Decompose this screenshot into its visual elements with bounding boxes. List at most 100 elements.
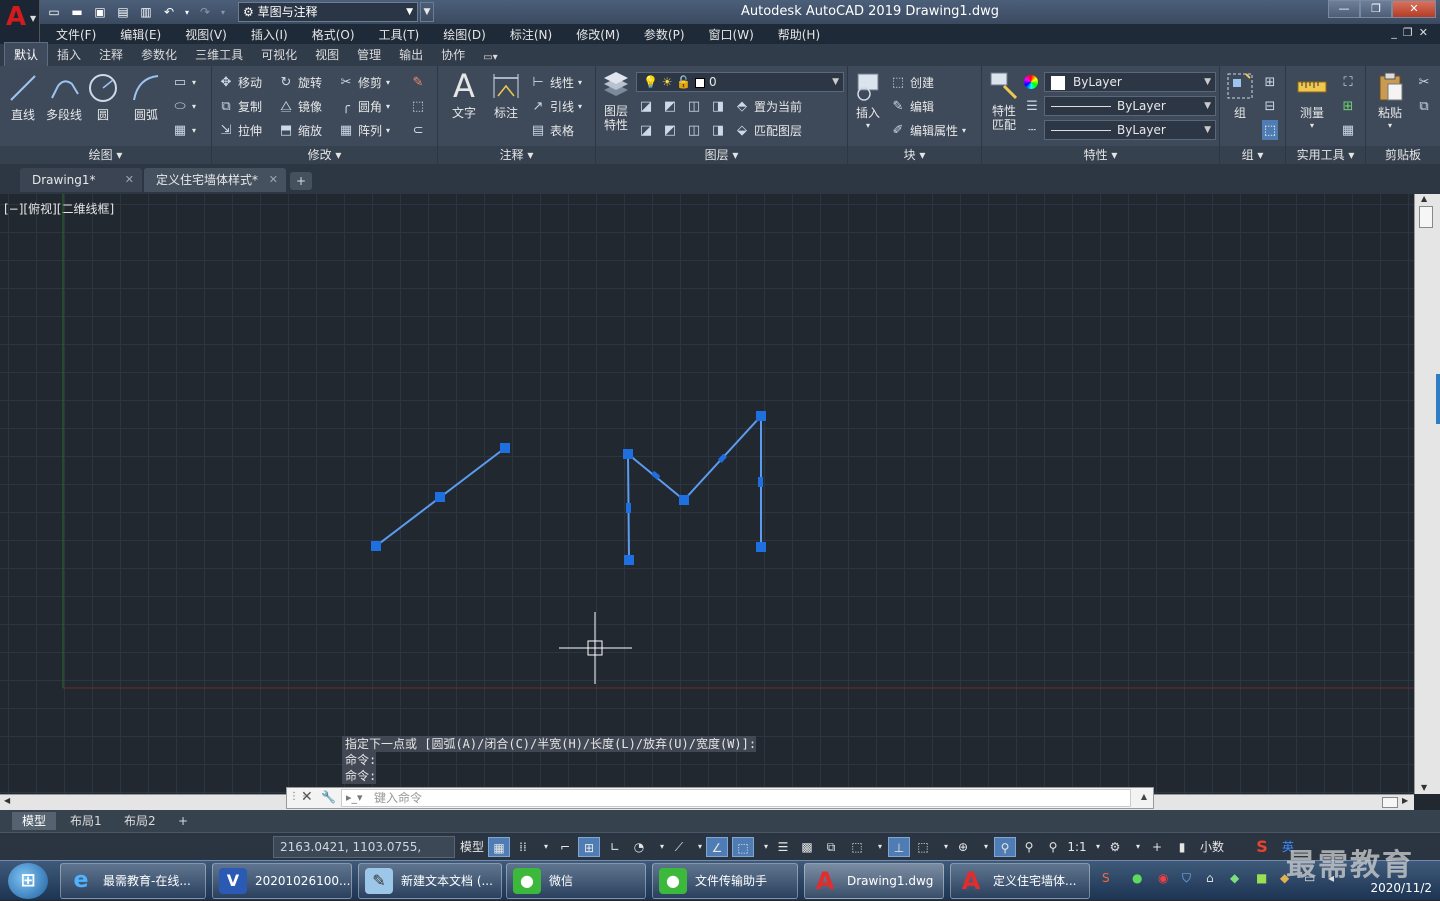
chevron-down-icon[interactable]: ▾ (1128, 837, 1148, 857)
ribbon-toggle-icon[interactable]: ▭▾ (474, 49, 506, 66)
linear-dim-button[interactable]: ⊢ 线性 ▾ (530, 72, 582, 92)
sogou-ime-icon[interactable]: S (1248, 837, 1276, 857)
object-snap-icon[interactable]: ⬚ (732, 837, 754, 857)
trim-button[interactable]: ✂ 修剪 ▾ (338, 72, 390, 92)
cut-button[interactable]: ✂ (1416, 72, 1432, 92)
tab-model[interactable]: 模型 (12, 812, 57, 830)
gizmo-icon[interactable]: ⊕ (952, 837, 974, 857)
doc-tab-wall-style[interactable]: 定义住宅墙体样式* ✕ (144, 168, 286, 192)
taskbar-item-wechat[interactable]: ● 微信 (506, 863, 646, 899)
modify-panel-title[interactable]: 修改 ▾ (212, 146, 437, 164)
coordinates-readout[interactable]: 2163.0421, 1103.0755, 0.0000 (273, 836, 455, 874)
scrollbar-thumb[interactable] (1382, 797, 1398, 808)
grip-handle[interactable] (371, 541, 381, 551)
color-wheel-button[interactable] (1024, 72, 1038, 92)
start-button[interactable]: ⊞ (8, 863, 48, 899)
text-button[interactable]: A 文字 (444, 70, 484, 121)
draw-panel-title[interactable]: 绘图 ▾ (0, 146, 211, 164)
menu-file[interactable]: 文件(F) (44, 26, 108, 43)
sogou-tray-icon[interactable]: S (1102, 871, 1110, 885)
tab-home[interactable]: 默认 (4, 42, 49, 66)
dimension-button[interactable]: 标注 (486, 70, 526, 121)
layer-unisolate-icon[interactable]: ◩ (662, 122, 678, 138)
grip-handle[interactable] (756, 411, 766, 421)
id-point-button[interactable]: ⊞ (1340, 96, 1356, 116)
ellipse-button[interactable]: ⬭ ▾ (172, 96, 196, 116)
lineweight-dropdown[interactable]: ByLayer ▼ (1044, 96, 1216, 116)
command-input[interactable]: ▸_▾ 键入命令 (341, 789, 1131, 807)
copy-clip-button[interactable]: ⧉ (1416, 96, 1432, 116)
taskbar-item-ie[interactable]: e 最需教育-在线... (60, 863, 206, 899)
match-properties-button[interactable]: 特性 匹配 (986, 70, 1022, 132)
close-icon[interactable]: ✕ (269, 168, 278, 192)
utilities-panel-title[interactable]: 实用工具 ▾ (1286, 146, 1365, 164)
annotation-visibility-icon[interactable]: ⚲ (994, 837, 1016, 857)
annotation-scale-value[interactable]: 1:1 (1066, 837, 1088, 857)
transparency-icon[interactable]: ▩ (796, 837, 818, 857)
group-button[interactable]: 组 (1222, 70, 1258, 121)
layer-on-icon[interactable]: ◪ (638, 122, 654, 138)
workspace-gear-icon[interactable]: ⚙ (1104, 837, 1126, 857)
polar-tracking-icon[interactable]: ◔ (628, 837, 650, 857)
minimize-button[interactable]: — (1328, 0, 1360, 18)
menu-format[interactable]: 格式(O) (300, 26, 367, 43)
leader-button[interactable]: ↗ 引线 ▾ (530, 96, 582, 116)
offset-button[interactable]: ⊂ (410, 120, 426, 140)
explode-button[interactable]: ⬚ (410, 96, 426, 116)
new-tab-button[interactable]: + (290, 172, 312, 190)
rectangle-button[interactable]: ▭ ▾ (172, 72, 196, 92)
circle-button[interactable]: 圆 (86, 72, 120, 123)
grip-handle[interactable] (500, 443, 510, 453)
paste-button[interactable]: 粘贴 ▾ (1370, 70, 1410, 130)
isometric-drafting-icon[interactable]: ⟋ (668, 837, 690, 857)
insert-block-button[interactable]: 插入 ▾ (850, 70, 886, 130)
vertical-scrollbar[interactable]: ▲ ▼ (1414, 194, 1440, 794)
calculator-button[interactable]: ▦ (1340, 120, 1356, 140)
menu-tools[interactable]: 工具(T) (367, 26, 432, 43)
group-select-button[interactable]: ⬚ (1262, 120, 1278, 140)
mirror-button[interactable]: ⧋ 镜像 (278, 96, 322, 116)
block-panel-title[interactable]: 块 ▾ (848, 146, 981, 164)
stretch-button[interactable]: ⇲ 拉伸 (218, 120, 262, 140)
chevron-down-icon[interactable]: ▾ (870, 837, 890, 857)
dynamic-input-icon[interactable]: ⊞ (578, 837, 600, 857)
dynamic-ucs-icon[interactable]: ⊥ (888, 837, 910, 857)
annotation-panel-title[interactable]: 注释 ▾ (438, 146, 595, 164)
linetype-dropdown[interactable]: ByLayer ▼ (1044, 120, 1216, 140)
ungroup-button[interactable]: ⊞ (1262, 72, 1278, 92)
infer-constraints-icon[interactable]: ⌐ (554, 837, 576, 857)
close-icon[interactable]: ✕ (125, 168, 134, 192)
tab-annotate[interactable]: 注释 (90, 43, 132, 66)
nvidia-icon[interactable]: ■ (1256, 871, 1267, 885)
midpoint-grip[interactable] (758, 477, 763, 487)
layer-isolate-icon[interactable]: ◩ (662, 98, 678, 114)
chevron-down-icon[interactable]: ▾ (536, 837, 556, 857)
3d-osnap-icon[interactable]: ⬚ (846, 837, 868, 857)
chevron-down-icon[interactable]: ▾ (976, 837, 996, 857)
grip-handle[interactable] (435, 492, 445, 502)
selection-filter-icon[interactable]: ⬚ (912, 837, 934, 857)
snap-mode-icon[interactable]: ⁞⁞ (512, 837, 534, 857)
menu-parametric[interactable]: 参数(P) (632, 26, 697, 43)
close-icon[interactable]: ✕ (301, 789, 313, 805)
annotation-monitor-icon[interactable]: + (1146, 837, 1168, 857)
menu-help[interactable]: 帮助(H) (766, 26, 832, 43)
properties-panel-title[interactable]: 特性 ▾ (982, 146, 1219, 164)
maximize-button[interactable]: ❐ (1360, 0, 1392, 18)
move-button[interactable]: ✥ 移动 (218, 72, 262, 92)
selected-polyline[interactable] (623, 411, 766, 565)
wechat-tray-icon[interactable]: ● (1132, 871, 1142, 885)
color-dropdown[interactable]: ByLayer ▼ (1044, 72, 1216, 92)
polyline-button[interactable]: 多段线 (44, 72, 84, 123)
units-icon[interactable]: ▮ (1172, 837, 1192, 857)
linetype-icon-button[interactable]: ☰ (1024, 96, 1040, 116)
tab-parametric[interactable]: 参数化 (132, 43, 186, 66)
doc-tab-drawing1[interactable]: Drawing1* ✕ (20, 168, 142, 192)
taskbar-item-autocad-2[interactable]: A 定义住宅墙体... (950, 863, 1090, 899)
green-app-icon[interactable]: ◆ (1230, 871, 1239, 885)
tab-collaborate[interactable]: 协作 (432, 43, 474, 66)
create-block-button[interactable]: ⬚ 创建 (890, 72, 934, 92)
grip-handle[interactable] (679, 495, 689, 505)
layer-lock-icon[interactable]: ◨ (710, 98, 726, 114)
taskbar-item-word[interactable]: V 20201026100... (212, 863, 352, 899)
